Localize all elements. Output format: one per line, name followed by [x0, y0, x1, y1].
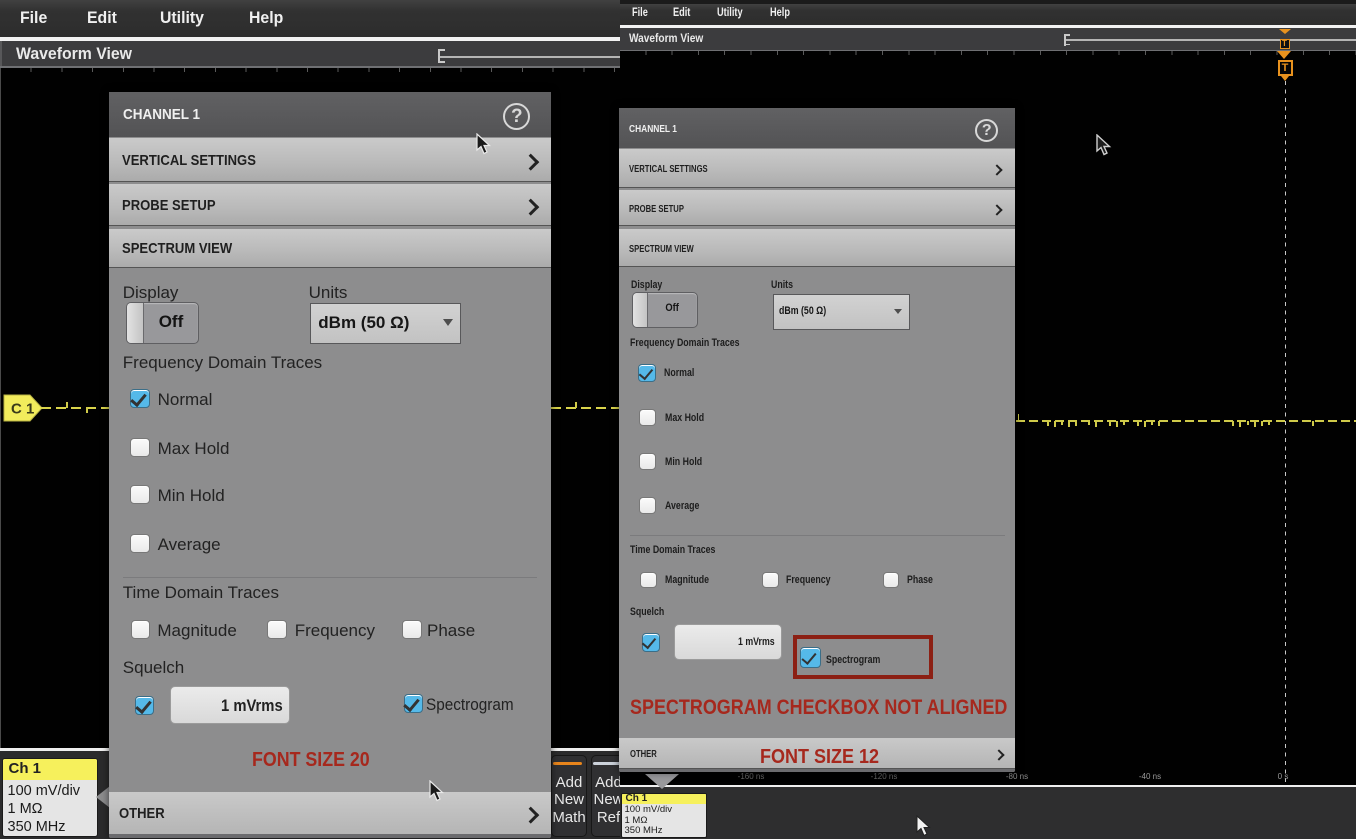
svg-text:C 1: C 1	[11, 401, 34, 418]
